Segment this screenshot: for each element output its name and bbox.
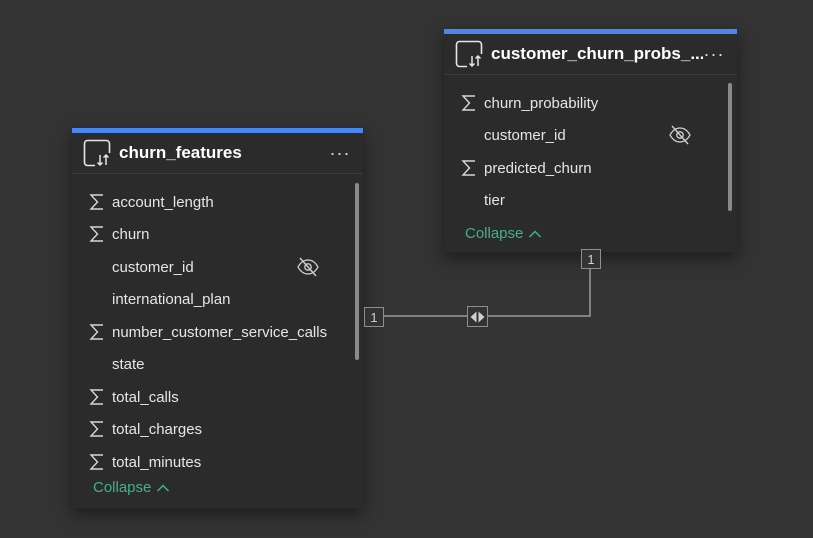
collapse-label: Collapse bbox=[465, 225, 524, 242]
field-row[interactable]: total_calls bbox=[72, 381, 352, 413]
hidden-eye-icon[interactable] bbox=[296, 255, 320, 279]
field-row[interactable]: account_length bbox=[72, 186, 352, 218]
field-row[interactable]: international_plan bbox=[72, 283, 352, 315]
table-title: customer_churn_probs_... bbox=[491, 44, 703, 63]
chevron-up-icon bbox=[529, 229, 542, 238]
field-label: customer_id bbox=[484, 126, 566, 144]
sigma-icon bbox=[89, 421, 103, 437]
collapse-button[interactable]: Collapse bbox=[93, 479, 170, 496]
sigma-icon bbox=[89, 454, 103, 470]
field-label: tier bbox=[484, 191, 505, 209]
more-options-button[interactable]: ··· bbox=[703, 44, 725, 64]
field-label: account_length bbox=[112, 193, 214, 211]
scrollbar[interactable] bbox=[728, 83, 732, 211]
sigma-icon bbox=[89, 226, 103, 242]
sigma-icon bbox=[89, 389, 103, 405]
field-label: churn bbox=[112, 225, 150, 243]
table-icon bbox=[83, 139, 111, 167]
table-card-churn-features[interactable]: churn_features ··· account_length churn … bbox=[72, 128, 363, 508]
both-directions-icon[interactable] bbox=[467, 306, 488, 327]
field-label: total_minutes bbox=[112, 453, 202, 471]
chevron-up-icon bbox=[157, 483, 170, 492]
field-row[interactable]: tier bbox=[444, 184, 724, 216]
sigma-icon bbox=[461, 160, 475, 176]
field-label: total_charges bbox=[112, 420, 203, 438]
field-row[interactable]: customer_id bbox=[444, 119, 724, 151]
sigma-icon bbox=[89, 194, 103, 210]
collapse-button[interactable]: Collapse bbox=[465, 225, 542, 242]
field-label: customer_id bbox=[112, 258, 194, 276]
more-options-button[interactable]: ··· bbox=[329, 143, 351, 163]
scrollbar[interactable] bbox=[355, 183, 359, 360]
field-label: churn_probability bbox=[484, 94, 599, 112]
collapse-label: Collapse bbox=[93, 479, 152, 496]
table-title: churn_features bbox=[119, 143, 242, 162]
sigma-icon bbox=[89, 324, 103, 340]
field-row[interactable]: churn bbox=[72, 218, 352, 250]
table-header[interactable]: customer_churn_probs_... ··· bbox=[444, 34, 737, 75]
table-header[interactable]: churn_features ··· bbox=[72, 133, 363, 174]
field-label: predicted_churn bbox=[484, 159, 592, 177]
field-label: international_plan bbox=[112, 290, 231, 308]
field-row[interactable]: total_minutes bbox=[72, 446, 352, 478]
field-label: number_customer_service_calls bbox=[112, 323, 328, 341]
table-icon bbox=[455, 40, 483, 68]
hidden-eye-icon[interactable] bbox=[668, 123, 692, 147]
field-row[interactable]: state bbox=[72, 348, 352, 380]
field-row[interactable]: number_customer_service_calls bbox=[72, 316, 352, 348]
field-row[interactable]: customer_id bbox=[72, 251, 352, 283]
field-row[interactable]: churn_probability bbox=[444, 87, 724, 119]
sigma-icon bbox=[461, 95, 475, 111]
field-row[interactable]: predicted_churn bbox=[444, 152, 724, 184]
cardinality-badge-from: 1 bbox=[364, 307, 384, 327]
field-label: total_calls bbox=[112, 388, 179, 406]
field-row[interactable]: total_charges bbox=[72, 413, 352, 445]
field-label: state bbox=[112, 355, 145, 373]
cardinality-badge-to: 1 bbox=[581, 249, 601, 269]
table-card-customer-churn-probs[interactable]: customer_churn_probs_... ··· churn_proba… bbox=[444, 29, 737, 252]
